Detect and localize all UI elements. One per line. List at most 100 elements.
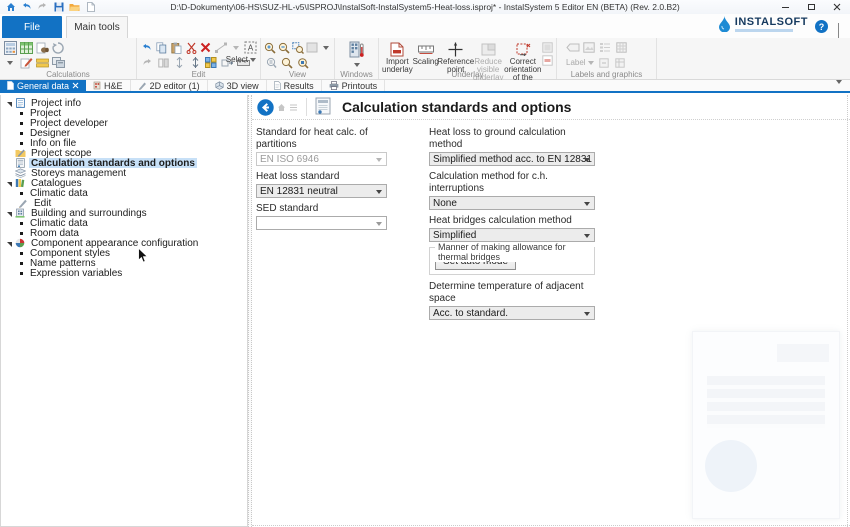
ground-heat-loss-method-select[interactable]: Simplified method acc. to EN 12831 — [429, 152, 595, 166]
update-icon[interactable] — [51, 41, 65, 55]
file-menu-button[interactable]: File — [2, 16, 62, 38]
heat-bridges-method-select[interactable]: Simplified — [429, 228, 595, 242]
pan-icon[interactable] — [264, 56, 278, 70]
import-underlay-button[interactable]: Import underlay — [382, 40, 413, 74]
brand-tagline — [735, 29, 793, 32]
cut-icon[interactable] — [185, 41, 198, 55]
help-button[interactable]: ? — [815, 20, 828, 33]
reference-point-button[interactable]: Reference point — [439, 40, 473, 74]
ribbon-group-windows: Windows — [335, 38, 379, 79]
home-icon[interactable] — [5, 2, 16, 13]
tab-results[interactable]: Results — [267, 80, 322, 91]
tab-2d-editor[interactable]: 2D editor (1) — [131, 80, 208, 91]
config-tables-icon[interactable] — [51, 56, 65, 70]
tab-printouts[interactable]: Printouts — [322, 80, 386, 91]
delete-icon[interactable] — [199, 41, 212, 55]
zoom-selection-icon[interactable] — [296, 56, 310, 70]
thermal-bridges-group: Manner of making allowance for thermal b… — [429, 247, 595, 275]
nav-list-icon[interactable] — [289, 103, 298, 112]
calculator-icon[interactable] — [3, 41, 17, 55]
audit-icon[interactable] — [35, 41, 49, 55]
tree-item-catalogues[interactable]: Catalogues — [1, 178, 247, 188]
expander-icon[interactable] — [7, 182, 12, 187]
field-label: Heat loss standard — [256, 171, 387, 183]
tree-label: Expression variables — [30, 268, 122, 279]
mirror-icon[interactable] — [156, 56, 170, 70]
tree-item-component-styles[interactable]: Component styles — [1, 248, 247, 258]
tree-item-room-data[interactable]: Room data — [1, 228, 247, 238]
zoom-in-icon[interactable] — [264, 41, 276, 55]
nav-home-icon[interactable] — [277, 103, 286, 112]
expander-icon[interactable] — [7, 242, 12, 247]
zoom-previous-icon[interactable] — [306, 41, 318, 55]
menu-bar: File Main tools INSTALSOFT ? — [0, 14, 850, 38]
back-button[interactable] — [257, 99, 274, 116]
move-icon[interactable] — [214, 41, 227, 55]
minimize-button[interactable] — [772, 0, 798, 14]
maximize-button[interactable] — [798, 0, 824, 14]
field-label: Heat loss to ground calculation method — [429, 127, 595, 151]
heat-loss-standard-select[interactable]: EN 12831 neutral — [256, 184, 387, 198]
zoom-out-icon[interactable] — [278, 41, 290, 55]
tree-item-component-appearance[interactable]: Component appearance configuration — [1, 238, 247, 248]
zoom-all-icon[interactable] — [280, 56, 294, 70]
tree-item-info-on-file[interactable]: Info on file — [1, 138, 247, 148]
tab-close-icon[interactable] — [72, 82, 79, 89]
rotate-icon[interactable] — [229, 41, 242, 55]
copy-icon[interactable] — [155, 41, 168, 55]
tab-general-data[interactable]: General data — [0, 80, 86, 91]
results-table-icon[interactable] — [19, 41, 33, 55]
watermark-table — [707, 376, 825, 428]
expander-icon[interactable] — [7, 102, 12, 107]
open-folder-icon[interactable] — [69, 2, 80, 13]
tree-item-project-scope[interactable]: Project scope — [1, 148, 247, 158]
tree-item-designer[interactable]: Designer — [1, 128, 247, 138]
redo-edit-icon[interactable] — [140, 56, 154, 70]
tree-item-name-patterns[interactable]: Name patterns — [1, 258, 247, 268]
undo-edit-icon[interactable] — [140, 41, 153, 55]
tab-he[interactable]: H&E — [86, 80, 131, 91]
paste-icon[interactable] — [170, 41, 183, 55]
tree-item-building-surroundings[interactable]: Building and surroundings — [1, 208, 247, 218]
tree-item-storeys-management[interactable]: Storeys management — [1, 168, 247, 178]
tree-item-calculation-standards[interactable]: Calculation standards and options — [1, 158, 247, 168]
select-button[interactable]: Select — [226, 55, 256, 64]
tree-item-expression-variables[interactable]: Expression variables — [1, 268, 247, 278]
tree-item-climatic-data-building[interactable]: Climatic data — [1, 218, 247, 228]
water-drop-icon — [718, 16, 731, 32]
edit-data-icon[interactable] — [19, 56, 33, 70]
tree-item-edit-catalogues[interactable]: Edit — [1, 198, 247, 208]
align-horizontal-icon[interactable] — [188, 56, 202, 70]
new-file-icon[interactable] — [85, 2, 96, 13]
tab-label: 3D view — [227, 81, 259, 91]
tree-item-project[interactable]: Project — [1, 108, 247, 118]
scaling-button[interactable]: Scaling — [413, 40, 439, 66]
close-button[interactable] — [824, 0, 850, 14]
zoom-window-icon[interactable] — [292, 41, 304, 55]
tree-item-project-developer[interactable]: Project developer — [1, 118, 247, 128]
group-label-edit: Edit — [137, 70, 260, 79]
tree-item-climatic-data-catalogues[interactable]: Climatic data — [1, 188, 247, 198]
calculations-dropdown-caret[interactable] — [3, 56, 17, 70]
windows-building-icon[interactable] — [348, 40, 366, 58]
redo-icon[interactable] — [37, 2, 48, 13]
tree-item-project-info[interactable]: Project info — [1, 98, 247, 108]
save-icon[interactable] — [53, 2, 64, 13]
ch-interruptions-method-select[interactable]: None — [429, 196, 595, 210]
data-list-icon[interactable] — [35, 56, 49, 70]
bullet-icon — [20, 232, 23, 235]
view-dropdown-caret[interactable] — [320, 41, 331, 55]
form-right-column: Heat loss to ground calculation method S… — [429, 127, 595, 325]
undo-icon[interactable] — [21, 2, 32, 13]
expander-icon[interactable] — [7, 212, 12, 217]
select-frame-icon[interactable]: A — [244, 41, 257, 55]
collapse-ribbon-button[interactable] — [838, 24, 846, 32]
sed-standard-select[interactable] — [256, 216, 387, 230]
align-vertical-icon[interactable] — [172, 56, 186, 70]
array-icon[interactable] — [204, 56, 218, 70]
ribbon-spacer — [657, 38, 850, 79]
tab-main-tools[interactable]: Main tools — [66, 16, 128, 38]
adjacent-space-temp-select[interactable]: Acc. to standard. — [429, 306, 595, 320]
tab-3d-view[interactable]: 3D view — [208, 80, 267, 91]
select-value: None — [433, 198, 457, 209]
